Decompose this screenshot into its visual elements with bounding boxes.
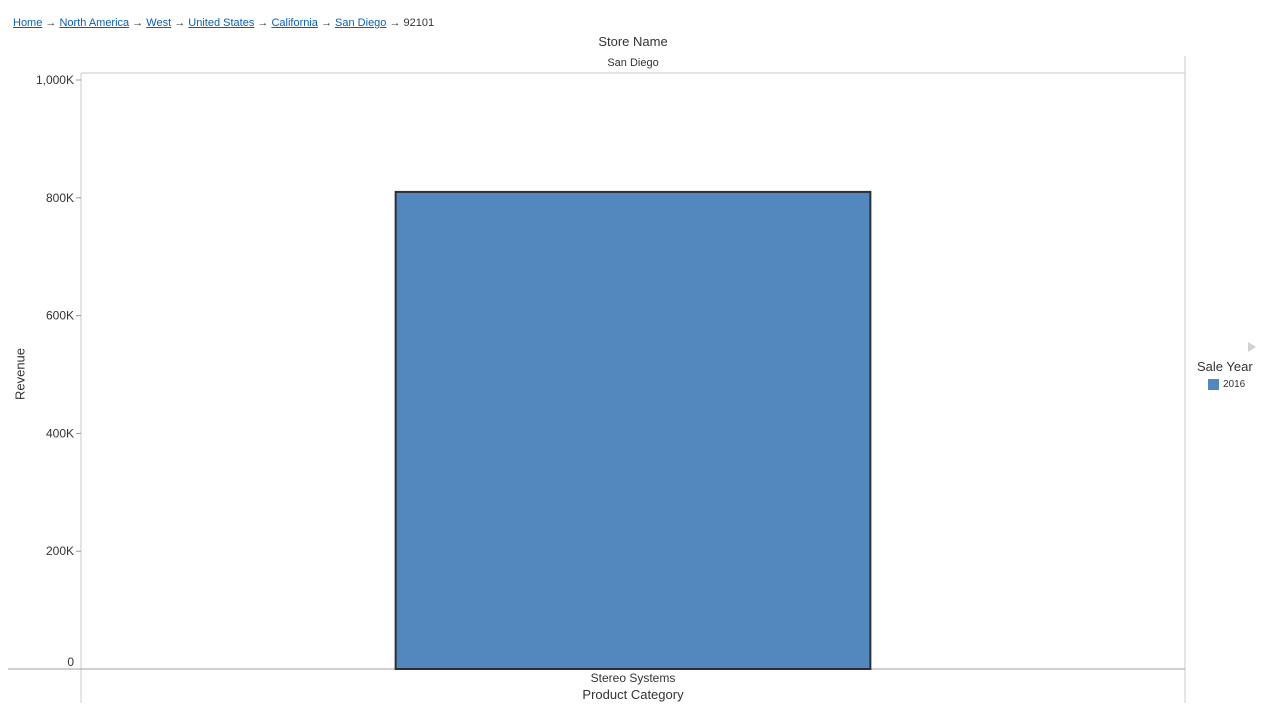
y-tick-label: 200K — [46, 544, 74, 558]
y-tick-label: 1,000K — [36, 73, 74, 87]
legend-swatch — [1208, 379, 1219, 390]
y-tick-label: 800K — [46, 191, 74, 205]
x-axis-labels: Stereo Systems — [591, 671, 676, 685]
chart-view: Home → North America → West → United Sta… — [0, 0, 1270, 716]
legend-expand-arrow-icon[interactable] — [1248, 342, 1256, 352]
y-axis-ticks: 0 200K 400K 600K 800K 1,000K — [36, 73, 81, 669]
bar — [394, 190, 872, 670]
bars — [394, 190, 872, 670]
x-axis-title: Product Category — [582, 687, 684, 702]
y-tick-label: 600K — [46, 309, 74, 323]
y-axis-title: Revenue — [12, 347, 28, 401]
y-tick-label: 400K — [46, 426, 74, 440]
legend-title: Sale Year — [1197, 359, 1253, 374]
y-tick-label: 0 — [67, 655, 74, 669]
legend-item[interactable]: 2016 — [1208, 379, 1245, 390]
legend-item-label: 2016 — [1223, 379, 1246, 390]
bar-chart: 0 200K 400K 600K 800K 1,000K Stereo Systems — [8, 56, 1186, 703]
x-tick-label: Stereo Systems — [591, 671, 676, 685]
